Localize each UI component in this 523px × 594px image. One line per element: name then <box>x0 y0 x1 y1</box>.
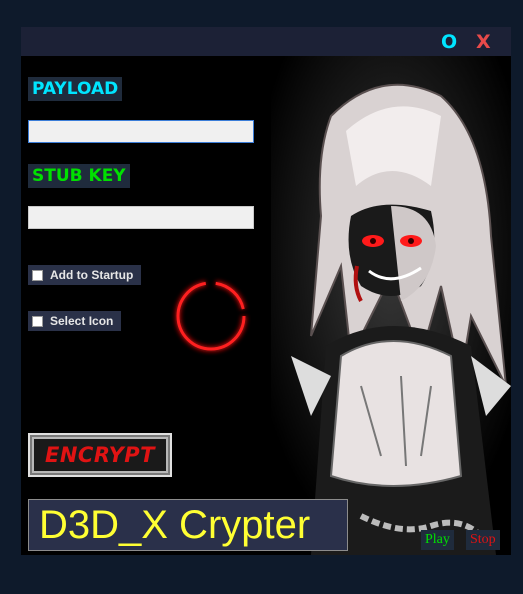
select-icon-label: Select Icon <box>50 314 114 328</box>
checkbox-box[interactable] <box>32 315 43 327</box>
select-icon-checkbox[interactable]: Select Icon <box>28 311 122 331</box>
stop-button[interactable]: Stop <box>466 530 500 550</box>
add-to-startup-checkbox[interactable]: Add to Startup <box>28 265 142 285</box>
encrypt-label: ENCRYPT <box>45 443 155 467</box>
stub-key-label: STUB KEY <box>28 164 130 188</box>
app-window: O X PAYLOAD STUB KEY Add to Startup Sele… <box>21 27 511 555</box>
close-button[interactable]: X <box>476 31 491 53</box>
character-artwork <box>271 56 511 555</box>
add-to-startup-label: Add to Startup <box>50 268 134 282</box>
encrypt-button[interactable]: ENCRYPT <box>28 433 172 477</box>
encrypt-button-face: ENCRYPT <box>34 439 166 471</box>
stub-key-input[interactable] <box>28 206 254 229</box>
title-bar[interactable]: O X <box>21 27 511 56</box>
checkbox-box[interactable] <box>32 269 43 281</box>
payload-input[interactable] <box>28 120 254 143</box>
app-title: D3D_X Crypter <box>28 499 348 551</box>
play-button[interactable]: Play <box>421 530 454 550</box>
minimize-button[interactable]: O <box>441 31 457 53</box>
payload-label: PAYLOAD <box>28 77 123 101</box>
loading-spinner-icon <box>175 280 247 352</box>
